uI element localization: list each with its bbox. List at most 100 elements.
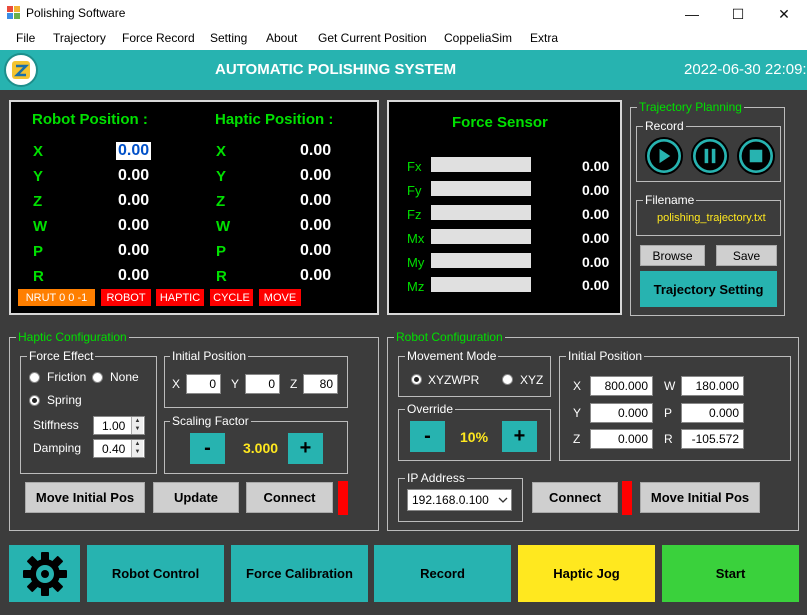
menu-trajectory[interactable]: Trajectory	[53, 31, 106, 45]
rip-r-input[interactable]: -105.572	[681, 429, 744, 449]
haptic-connect-button[interactable]: Connect	[246, 482, 333, 513]
menu-extra[interactable]: Extra	[530, 31, 558, 45]
title-bar: Polishing Software — ☐ ✕	[0, 0, 807, 28]
menu-force-record[interactable]: Force Record	[122, 31, 195, 45]
close-icon[interactable]: ✕	[761, 0, 807, 28]
override-value: 10%	[460, 429, 489, 445]
ip-address-select[interactable]: 192.168.0.100	[407, 489, 512, 511]
stiffness-label: Stiffness	[33, 418, 79, 432]
hip-x-value: 0	[209, 377, 216, 391]
rip-x-input[interactable]: 800.000	[590, 376, 653, 396]
override-minus-button[interactable]: -	[410, 421, 445, 452]
position-panel: Robot Position : Haptic Position : X Y Z…	[9, 100, 379, 315]
hip-z-input[interactable]: 80	[303, 374, 338, 394]
settings-button[interactable]	[9, 545, 80, 602]
haptic-jog-button[interactable]: Haptic Jog	[518, 545, 655, 602]
robot-axis-label: R	[33, 268, 44, 285]
status-cycle: CYCLE	[210, 289, 253, 306]
haptic-axis-label: P	[216, 243, 227, 260]
minimize-icon[interactable]: —	[669, 0, 715, 28]
start-button[interactable]: Start	[662, 545, 799, 602]
rip-p-label: P	[664, 406, 673, 420]
maximize-icon[interactable]: ☐	[715, 0, 761, 28]
chevron-down-icon	[498, 497, 508, 503]
filename-group-title: Filename	[643, 193, 697, 207]
rip-y-value: 0.000	[617, 406, 648, 420]
spring-radio[interactable]	[29, 395, 40, 406]
menu-coppeliasim[interactable]: CoppeliaSim	[444, 31, 512, 45]
force-label: Mx	[407, 231, 425, 246]
stop-icon	[741, 141, 771, 171]
scaling-value: 3.000	[243, 440, 279, 456]
haptic-value-w: 0.00	[300, 217, 332, 234]
haptic-move-initial-pos-button[interactable]: Move Initial Pos	[25, 482, 145, 513]
override-plus-button[interactable]: +	[502, 421, 537, 452]
friction-label: Friction	[47, 370, 87, 384]
xyzwpr-radio[interactable]	[411, 374, 422, 385]
force-value: 0.00	[582, 230, 610, 246]
damping-spinner[interactable]: ▲ ▼	[131, 440, 143, 457]
gear-icon	[22, 551, 67, 596]
robot-axis-label: Y	[33, 168, 44, 185]
scaling-factor-title: Scaling Factor	[170, 414, 251, 428]
haptic-value-r: 0.00	[300, 267, 332, 284]
robot-connect-button[interactable]: Connect	[532, 482, 618, 513]
robot-axis-label: Z	[33, 193, 43, 210]
haptic-position-title: Haptic Position :	[215, 111, 334, 128]
scaling-plus-button[interactable]: +	[288, 433, 323, 464]
stiffness-spinner[interactable]: ▲ ▼	[131, 417, 143, 434]
hip-z-label: Z	[290, 377, 298, 391]
force-bar	[431, 229, 531, 244]
menu-file[interactable]: File	[16, 31, 35, 45]
haptic-initial-position-title: Initial Position	[170, 349, 249, 363]
force-bar	[431, 181, 531, 196]
hip-x-label: X	[172, 377, 181, 391]
force-sensor-panel: Force Sensor Fx Fy Fz Mx My Mz 0.00 0.00…	[387, 100, 622, 315]
robot-value-x[interactable]: 0.00	[116, 142, 152, 160]
force-label: My	[407, 255, 425, 270]
menu-setting[interactable]: Setting	[210, 31, 247, 45]
stop-button[interactable]	[737, 137, 775, 175]
rip-p-value: 0.000	[708, 406, 739, 420]
trajectory-setting-button[interactable]: Trajectory Setting	[640, 271, 777, 307]
hip-y-input[interactable]: 0	[245, 374, 280, 394]
menu-get-current-position[interactable]: Get Current Position	[318, 31, 427, 45]
play-button[interactable]	[645, 137, 683, 175]
rip-p-input[interactable]: 0.000	[681, 403, 744, 423]
robot-move-initial-pos-button[interactable]: Move Initial Pos	[640, 482, 760, 513]
force-value: 0.00	[582, 158, 610, 174]
none-radio[interactable]	[92, 372, 103, 383]
force-bar	[431, 157, 531, 172]
pause-button[interactable]	[691, 137, 729, 175]
app-header: AUTOMATIC POLISHING SYSTEM 2022-06-30 22…	[0, 50, 807, 90]
menu-about[interactable]: About	[266, 31, 297, 45]
save-button[interactable]: Save	[716, 245, 777, 266]
record-group-title: Record	[643, 119, 686, 133]
scaling-minus-button[interactable]: -	[190, 433, 225, 464]
rip-w-value: 180.000	[695, 379, 739, 393]
haptic-update-button[interactable]: Update	[153, 482, 239, 513]
robot-value-z: 0.00	[118, 192, 150, 209]
filename-value: polishing_trajectory.txt	[657, 212, 766, 224]
friction-radio[interactable]	[29, 372, 40, 383]
browse-button[interactable]: Browse	[640, 245, 705, 266]
record-button[interactable]: Record	[374, 545, 511, 602]
damping-label: Damping	[33, 441, 82, 455]
force-value: 0.00	[582, 254, 610, 270]
override-title: Override	[405, 402, 456, 416]
logo-icon	[4, 53, 38, 87]
hip-x-input[interactable]: 0	[186, 374, 221, 394]
rip-z-value: 0.000	[617, 432, 648, 446]
robot-axis-label: P	[33, 243, 44, 260]
haptic-config-title: Haptic Configuration	[16, 330, 129, 344]
rip-y-input[interactable]: 0.000	[590, 403, 653, 423]
status-move: MOVE	[259, 289, 301, 306]
force-calibration-button[interactable]: Force Calibration	[231, 545, 368, 602]
xyz-radio[interactable]	[502, 374, 513, 385]
rip-z-input[interactable]: 0.000	[590, 429, 653, 449]
robot-value-w: 0.00	[118, 217, 150, 234]
robot-value-p: 0.00	[118, 242, 150, 259]
rip-w-input[interactable]: 180.000	[681, 376, 744, 396]
robot-control-button[interactable]: Robot Control	[87, 545, 224, 602]
rip-z-label: Z	[573, 432, 581, 446]
